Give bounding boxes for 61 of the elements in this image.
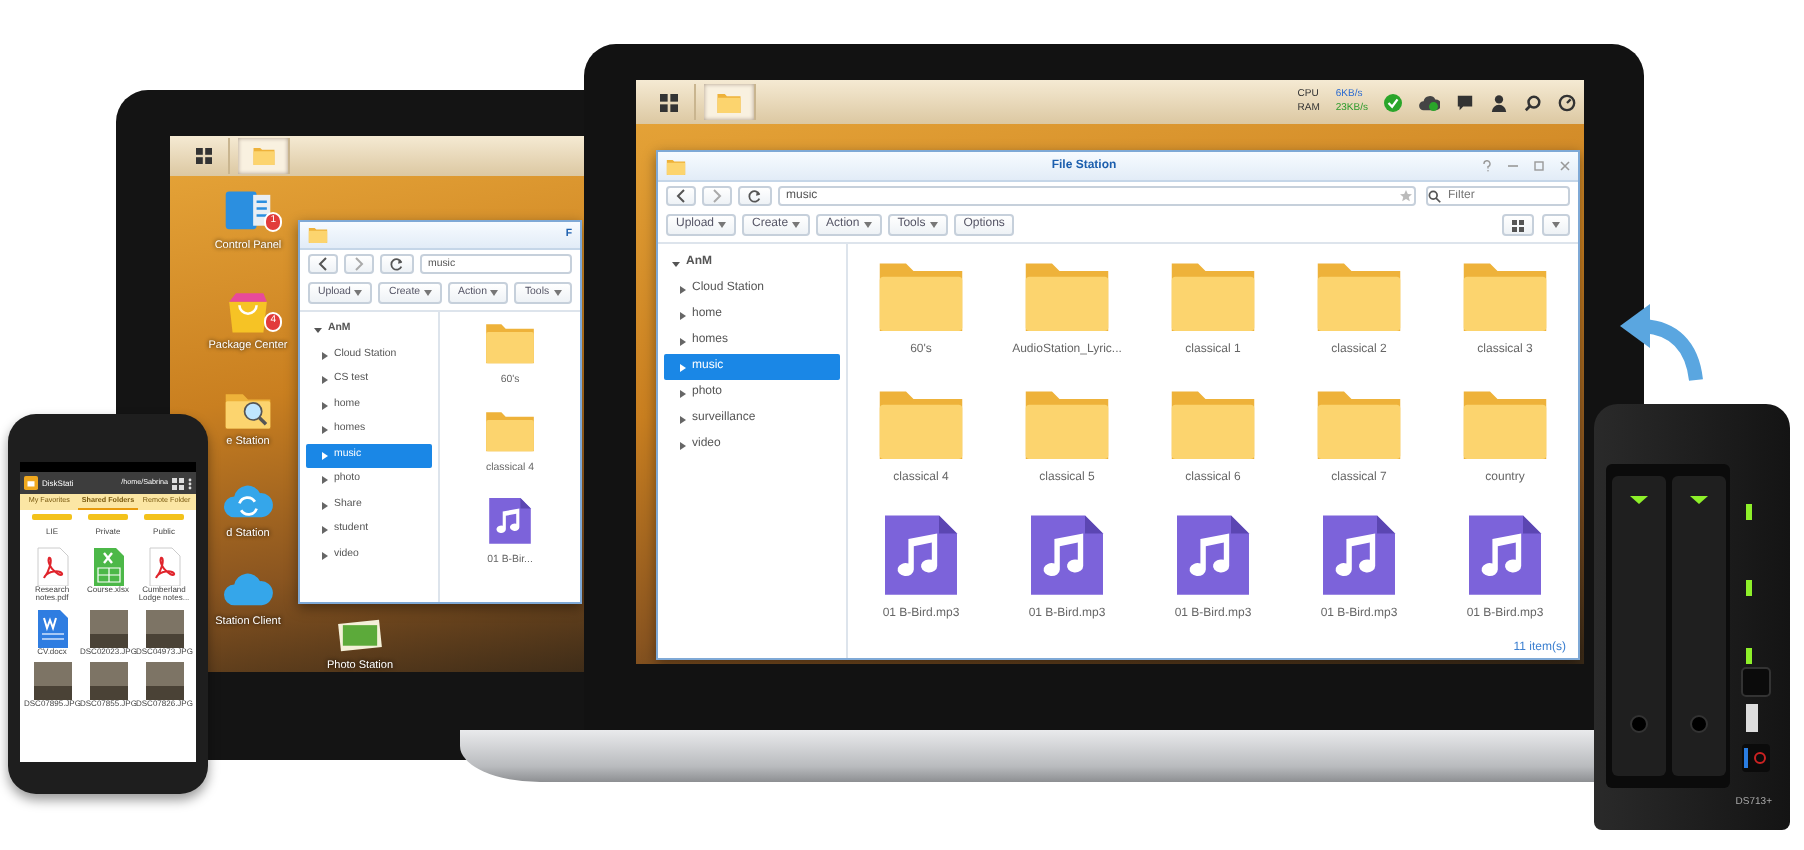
gauge-icon[interactable] bbox=[1558, 93, 1576, 111]
refresh-button[interactable] bbox=[380, 254, 414, 274]
user-icon[interactable] bbox=[1490, 93, 1508, 111]
spreadsheet-file-icon[interactable] bbox=[89, 545, 127, 586]
chat-icon[interactable] bbox=[1456, 93, 1474, 111]
app-icon[interactable] bbox=[24, 476, 38, 490]
view-button[interactable] bbox=[1502, 214, 1534, 236]
grid-menu-icon bbox=[195, 148, 211, 164]
expand-icon[interactable] bbox=[680, 415, 686, 423]
help-icon[interactable] bbox=[1482, 160, 1492, 172]
forward-icon bbox=[354, 256, 364, 272]
refresh-icon bbox=[748, 188, 762, 204]
photo-placeholder[interactable] bbox=[145, 607, 183, 648]
expand-icon[interactable] bbox=[322, 451, 328, 460]
expand-icon[interactable] bbox=[680, 389, 686, 397]
expand-icon[interactable] bbox=[680, 285, 686, 293]
cloud-check-icon[interactable] bbox=[1418, 93, 1440, 111]
back-button[interactable] bbox=[666, 186, 696, 206]
grid-view-icon bbox=[1512, 219, 1524, 231]
expand-icon[interactable] bbox=[322, 476, 328, 485]
search-icon[interactable] bbox=[1524, 93, 1542, 111]
close-icon[interactable] bbox=[1560, 160, 1570, 172]
folder-icon bbox=[716, 91, 742, 113]
photo-placeholder[interactable] bbox=[89, 659, 127, 700]
photo-placeholder[interactable] bbox=[33, 659, 71, 700]
expand-icon[interactable] bbox=[322, 376, 328, 385]
expand-icon[interactable] bbox=[680, 337, 686, 345]
back-icon bbox=[318, 256, 328, 272]
expand-icon[interactable] bbox=[322, 426, 328, 435]
pdf-file-icon[interactable] bbox=[145, 545, 183, 586]
expand-icon[interactable] bbox=[322, 351, 328, 360]
expand-icon[interactable] bbox=[680, 311, 686, 319]
music-file-icon[interactable] bbox=[484, 496, 536, 546]
expand-icon[interactable] bbox=[322, 526, 328, 535]
expand-icon[interactable] bbox=[680, 363, 686, 371]
caret-icon bbox=[1552, 222, 1560, 228]
check-icon[interactable] bbox=[1384, 93, 1402, 111]
collapse-icon[interactable] bbox=[314, 326, 322, 335]
photo-placeholder[interactable] bbox=[89, 607, 127, 648]
document-file-icon[interactable] bbox=[33, 607, 71, 648]
refresh-icon bbox=[390, 256, 404, 272]
forward-icon bbox=[712, 188, 722, 204]
expand-icon[interactable] bbox=[322, 401, 328, 410]
photo-placeholder[interactable] bbox=[145, 659, 183, 700]
back-icon bbox=[676, 188, 686, 204]
collapse-icon[interactable] bbox=[672, 259, 680, 267]
expand-icon[interactable] bbox=[322, 501, 328, 510]
grid-menu-icon bbox=[660, 93, 678, 111]
grid-view-icon[interactable] bbox=[172, 477, 184, 489]
star-icon[interactable] bbox=[1400, 190, 1412, 202]
folder-icon bbox=[666, 157, 686, 175]
expand-icon[interactable] bbox=[322, 551, 328, 560]
refresh-button[interactable] bbox=[738, 186, 772, 206]
search-icon[interactable] bbox=[1428, 189, 1442, 203]
curved-arrow-icon bbox=[1616, 300, 1704, 384]
pdf-file-icon[interactable] bbox=[33, 545, 71, 586]
folder-icon bbox=[308, 226, 328, 244]
view-menu-button[interactable] bbox=[1542, 214, 1570, 236]
back-button[interactable] bbox=[308, 254, 338, 274]
folder-icon bbox=[251, 146, 275, 166]
expand-icon[interactable] bbox=[680, 441, 686, 449]
